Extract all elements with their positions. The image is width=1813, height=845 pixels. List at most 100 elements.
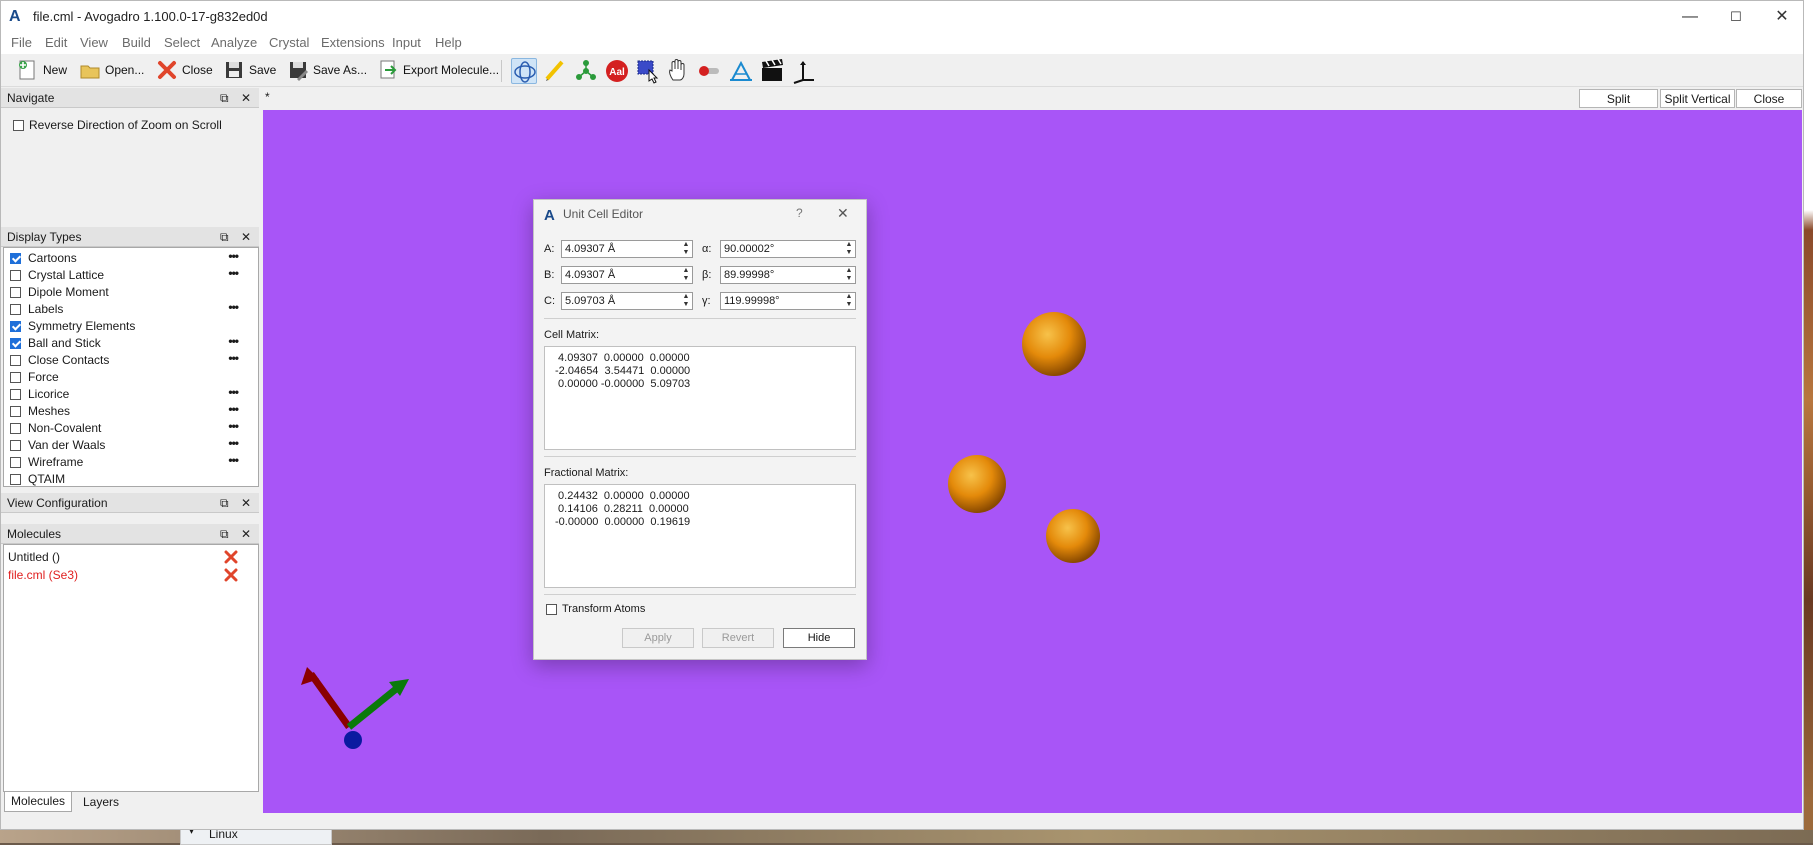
remove-molecule-icon[interactable]	[224, 550, 238, 564]
display-settings-icon[interactable]: •••	[228, 435, 239, 452]
display-type-item[interactable]: Force	[4, 369, 258, 386]
display-type-checkbox[interactable]	[10, 321, 21, 332]
navigate-tool-button[interactable]	[511, 58, 537, 84]
template-tool-button[interactable]	[573, 58, 599, 84]
fractional-matrix-editor[interactable]: 0.24432 0.00000 0.00000 0.14106 0.28211 …	[544, 484, 856, 588]
maximize-button[interactable]: ☐	[1713, 1, 1759, 32]
a-length-spinbox[interactable]: 4.09307 Å ▲ ▼	[561, 240, 693, 258]
display-settings-icon[interactable]: •••	[228, 384, 239, 401]
float-dock-icon[interactable]: ⧉	[220, 88, 229, 108]
display-type-item[interactable]: Crystal Lattice •••	[4, 266, 258, 284]
spin-arrows-icon[interactable]: ▲ ▼	[844, 267, 854, 283]
display-type-checkbox[interactable]	[10, 338, 21, 349]
revert-button[interactable]: Revert	[702, 628, 774, 648]
display-type-checkbox[interactable]	[10, 253, 21, 264]
split-horizontal-button[interactable]: Split Horizontal	[1579, 89, 1658, 125]
molecule-item[interactable]: file.cml (Se3)	[4, 566, 258, 584]
menu-analyze[interactable]: Analyze	[211, 35, 257, 50]
align-tool-button[interactable]	[790, 58, 816, 84]
bond-centric-tool-button[interactable]	[697, 58, 723, 84]
c-length-spinbox[interactable]: 5.09703 Å ▲ ▼	[561, 292, 693, 310]
minimize-button[interactable]: —	[1667, 1, 1713, 32]
display-type-item[interactable]: Non-Covalent •••	[4, 418, 258, 437]
cell-matrix-editor[interactable]: 4.09307 0.00000 0.00000 -2.04654 3.54471…	[544, 346, 856, 450]
gamma-angle-spinbox[interactable]: 119.99998° ▲ ▼	[720, 292, 856, 310]
split-vertical-button[interactable]: Split Vertical	[1660, 89, 1735, 108]
display-settings-icon[interactable]: •••	[228, 452, 239, 469]
save-button[interactable]: Save	[223, 58, 276, 82]
transform-atoms-checkbox[interactable]	[546, 604, 557, 615]
close-dock-icon[interactable]: ✕	[241, 88, 251, 108]
display-type-item[interactable]: Van der Waals •••	[4, 435, 258, 454]
display-type-checkbox[interactable]	[10, 474, 21, 485]
display-type-item[interactable]: Meshes •••	[4, 401, 258, 420]
display-type-checkbox[interactable]	[10, 355, 21, 366]
display-settings-icon[interactable]: •••	[228, 418, 239, 435]
display-type-checkbox[interactable]	[10, 287, 21, 298]
display-type-item[interactable]: Symmetry Elements	[4, 318, 258, 335]
display-settings-icon[interactable]: •••	[228, 299, 239, 316]
display-type-checkbox[interactable]	[10, 457, 21, 468]
display-type-item[interactable]: QTAIM	[4, 471, 258, 488]
reverse-zoom-checkbox[interactable]	[13, 120, 24, 131]
animation-tool-button[interactable]	[759, 58, 785, 84]
hide-button[interactable]: Hide	[783, 628, 855, 648]
display-type-item[interactable]: Licorice •••	[4, 384, 258, 403]
display-type-checkbox[interactable]	[10, 423, 21, 434]
display-type-checkbox[interactable]	[10, 389, 21, 400]
display-type-item[interactable]: Dipole Moment	[4, 284, 258, 301]
menu-edit[interactable]: Edit	[45, 35, 67, 50]
tab-molecules[interactable]: Molecules	[4, 792, 72, 812]
display-type-item[interactable]: Close Contacts •••	[4, 350, 258, 369]
tab-unsaved[interactable]: *	[265, 90, 270, 104]
display-type-item[interactable]: Wireframe •••	[4, 452, 258, 471]
close-dock-icon[interactable]: ✕	[241, 524, 251, 544]
close-file-button[interactable]: Close	[156, 58, 213, 82]
display-type-checkbox[interactable]	[10, 440, 21, 451]
display-settings-icon[interactable]: •••	[228, 401, 239, 418]
label-tool-button[interactable]: Aal	[604, 58, 630, 84]
display-type-item[interactable]: Cartoons •••	[4, 248, 258, 267]
menu-view[interactable]: View	[80, 35, 108, 50]
beta-angle-spinbox[interactable]: 89.99998° ▲ ▼	[720, 266, 856, 284]
manipulate-tool-button[interactable]	[666, 58, 692, 84]
float-dock-icon[interactable]: ⧉	[220, 524, 229, 544]
display-type-checkbox[interactable]	[10, 304, 21, 315]
new-button[interactable]: New	[17, 58, 67, 82]
close-view-button[interactable]: Close	[1736, 89, 1802, 108]
display-type-item[interactable]: Ball and Stick •••	[4, 333, 258, 352]
float-dock-icon[interactable]: ⧉	[220, 493, 229, 513]
display-settings-icon[interactable]: •••	[228, 350, 239, 367]
display-settings-icon[interactable]: •••	[228, 333, 239, 350]
float-dock-icon[interactable]: ⧉	[220, 227, 229, 247]
menu-extensions[interactable]: Extensions	[321, 35, 385, 50]
menu-input[interactable]: Input	[392, 35, 421, 50]
remove-molecule-icon[interactable]	[224, 568, 238, 582]
display-type-checkbox[interactable]	[10, 406, 21, 417]
b-length-spinbox[interactable]: 4.09307 Å ▲ ▼	[561, 266, 693, 284]
spin-arrows-icon[interactable]: ▲ ▼	[844, 293, 854, 309]
spin-arrows-icon[interactable]: ▲ ▼	[844, 241, 854, 257]
select-tool-button[interactable]	[635, 58, 661, 84]
draw-tool-button[interactable]	[542, 58, 568, 84]
close-window-button[interactable]: ✕	[1759, 1, 1805, 32]
alpha-angle-spinbox[interactable]: 90.00002° ▲ ▼	[720, 240, 856, 258]
display-type-item[interactable]: Labels •••	[4, 299, 258, 318]
display-type-checkbox[interactable]	[10, 270, 21, 281]
save-as-button[interactable]: Save As...	[287, 58, 367, 82]
atom-se[interactable]	[1022, 312, 1086, 376]
tab-layers[interactable]: Layers	[75, 793, 127, 812]
spin-arrows-icon[interactable]: ▲ ▼	[681, 241, 691, 257]
open-button[interactable]: Open...	[79, 58, 144, 82]
display-settings-icon[interactable]: •••	[228, 248, 239, 265]
export-molecule-button[interactable]: Export Molecule...	[377, 58, 499, 82]
molecule-item[interactable]: Untitled ()	[4, 548, 258, 566]
dialog-close-icon[interactable]: ✕	[837, 205, 849, 222]
atom-se[interactable]	[948, 455, 1006, 513]
menu-crystal[interactable]: Crystal	[269, 35, 309, 50]
title-bar[interactable]: A file.cml - Avogadro 1.100.0-17-g832ed0…	[1, 1, 1803, 32]
close-dock-icon[interactable]: ✕	[241, 493, 251, 513]
molecule-viewport[interactable]	[263, 110, 1802, 813]
menu-help[interactable]: Help	[435, 35, 462, 50]
menu-build[interactable]: Build	[122, 35, 151, 50]
